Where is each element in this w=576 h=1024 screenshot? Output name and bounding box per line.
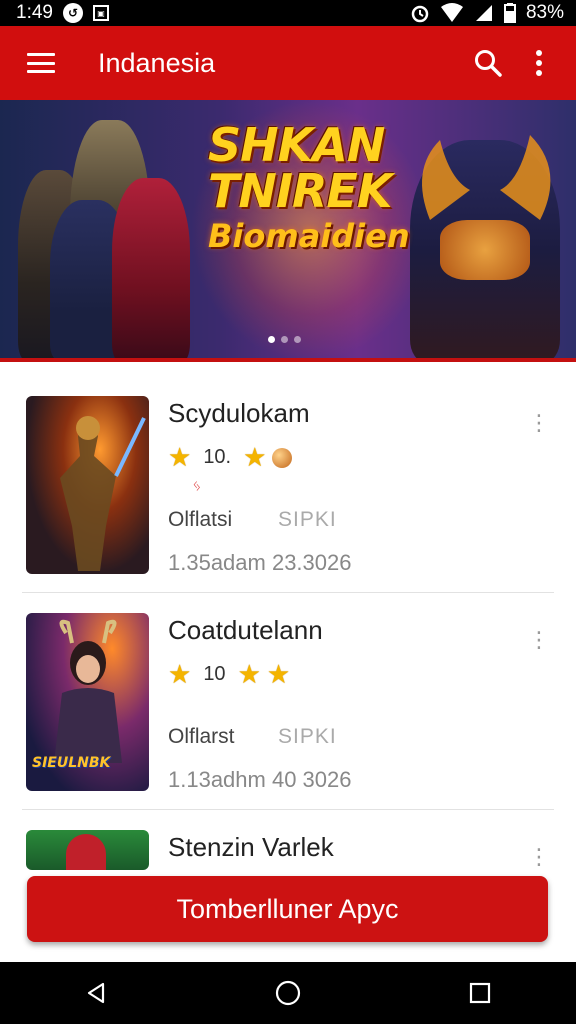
page-dot: [294, 336, 301, 343]
banner-hero-left-4: [112, 178, 190, 358]
thumb-figure: [66, 834, 106, 870]
more-vert-icon: [536, 50, 542, 76]
rating-value: 10: [203, 663, 226, 685]
app-list-item[interactable]: Scydulokam ★ 10. ★ ᛃ Olflatsi SIPKI 1.35…: [22, 376, 554, 593]
alarm-icon: [410, 3, 430, 23]
install-button[interactable]: Tomberlluner Apyc: [27, 876, 548, 942]
app-thumbnail: SIEULNBK: [26, 613, 149, 791]
page-dot: [268, 336, 275, 343]
app-thumbnail: [26, 396, 149, 574]
app-list-item[interactable]: SIEULNBK Coatdutelann ★ 10 ★ ★ Olflarst …: [22, 593, 554, 810]
star-icon: ★: [168, 659, 192, 689]
app-meta: 1.35adam 23.3026: [168, 550, 352, 575]
orb-icon: [272, 447, 293, 468]
status-bar: 1:49 ↺ ▣ 83%: [0, 0, 576, 26]
menu-button[interactable]: [0, 26, 82, 100]
signal-icon: [474, 3, 494, 23]
home-icon: [275, 980, 301, 1006]
banner-title-line1: SHKAN: [208, 118, 385, 172]
item-more-icon[interactable]: ⋮: [528, 410, 550, 436]
navigation-bar: [0, 962, 576, 1024]
app-developer: Olflarst: [168, 725, 235, 748]
star-icon: ★: [243, 442, 267, 472]
banner-title-line3: Biomaidien: [208, 217, 410, 255]
flag-icon: ᛃ: [192, 478, 202, 495]
recents-button[interactable]: [450, 962, 510, 1024]
featured-banner[interactable]: SHKAN TNIREK Biomaidien: [0, 100, 576, 362]
recents-icon: [469, 982, 491, 1004]
rating-value: 10.: [203, 446, 232, 468]
app-notification-icon: ▣: [92, 5, 109, 21]
search-icon: [475, 50, 502, 77]
app-thumbnail: [26, 830, 149, 870]
battery-icon: [503, 3, 516, 23]
home-button[interactable]: [258, 962, 318, 1024]
app-badge: SIPKI: [278, 725, 337, 748]
app-title: Stenzin Varlek: [168, 832, 334, 862]
banner-title: SHKAN TNIREK Biomaidien: [208, 118, 410, 255]
banner-title-line2: TNIREK: [208, 164, 392, 218]
thumb-logo-text: SIEULNBK: [32, 755, 111, 771]
page-dot: [281, 336, 288, 343]
notification-icon: ↺: [62, 3, 83, 23]
wifi-icon: [440, 3, 464, 23]
search-button[interactable]: [462, 26, 514, 100]
back-icon: [87, 982, 105, 1004]
star-icon: ★: [266, 659, 291, 689]
app-list: Scydulokam ★ 10. ★ ᛃ Olflatsi SIPKI 1.35…: [0, 376, 576, 870]
back-button[interactable]: [66, 962, 126, 1024]
app-title: Scydulokam: [168, 398, 310, 428]
item-more-icon[interactable]: ⋮: [528, 844, 550, 870]
hamburger-icon: [27, 53, 55, 73]
app-title: Indanesia: [98, 47, 216, 78]
app-title: Coatdutelann: [168, 615, 323, 645]
banner-page-indicator: [268, 336, 301, 343]
battery-percent: 83%: [525, 2, 564, 23]
rating: ★ 10. ★: [168, 442, 293, 473]
banner-wings: [422, 135, 551, 220]
item-more-icon[interactable]: ⋮: [528, 627, 550, 653]
app-list-item[interactable]: Stenzin Varlek ⋮: [22, 810, 554, 870]
warrior-figure: [60, 416, 146, 571]
app-meta: 1.13adhm 40 3026: [168, 767, 352, 792]
star-icon: ★: [168, 442, 192, 472]
app-developer: Olflatsi: [168, 508, 233, 531]
app-badge: SIPKI: [278, 508, 337, 531]
app-bar: Indanesia: [0, 26, 576, 100]
star-icon: ★: [237, 659, 261, 689]
status-time: 1:49: [16, 2, 53, 23]
rating: ★ 10 ★ ★: [168, 659, 290, 690]
more-options-button[interactable]: [514, 26, 564, 100]
